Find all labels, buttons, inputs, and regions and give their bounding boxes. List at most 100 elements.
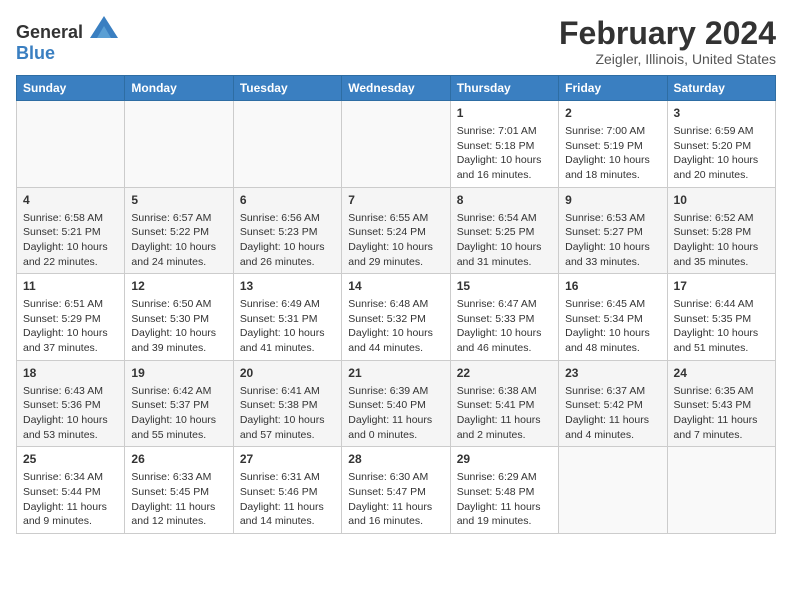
title-block: February 2024 Zeigler, Illinois, United … [559, 16, 776, 67]
day-number: 23 [565, 365, 660, 382]
calendar-cell: 17Sunrise: 6:44 AMSunset: 5:35 PMDayligh… [667, 274, 775, 361]
day-number: 11 [23, 278, 118, 295]
day-info: Sunrise: 6:54 AM [457, 211, 552, 226]
calendar-cell: 18Sunrise: 6:43 AMSunset: 5:36 PMDayligh… [17, 360, 125, 447]
day-info: Sunset: 5:42 PM [565, 398, 660, 413]
calendar-cell: 15Sunrise: 6:47 AMSunset: 5:33 PMDayligh… [450, 274, 558, 361]
day-info: Sunset: 5:29 PM [23, 312, 118, 327]
calendar-cell [17, 101, 125, 188]
day-info: Sunset: 5:44 PM [23, 485, 118, 500]
header-wednesday: Wednesday [342, 76, 450, 101]
day-number: 12 [131, 278, 226, 295]
day-info: Sunset: 5:46 PM [240, 485, 335, 500]
day-info: Sunrise: 6:38 AM [457, 384, 552, 399]
day-number: 2 [565, 105, 660, 122]
calendar-cell: 14Sunrise: 6:48 AMSunset: 5:32 PMDayligh… [342, 274, 450, 361]
day-info: and 29 minutes. [348, 255, 443, 270]
day-info: and 12 minutes. [131, 514, 226, 529]
day-info: Sunrise: 6:52 AM [674, 211, 769, 226]
header-friday: Friday [559, 76, 667, 101]
day-info: Sunset: 5:18 PM [457, 139, 552, 154]
day-number: 5 [131, 192, 226, 209]
day-info: and 46 minutes. [457, 341, 552, 356]
day-info: Sunrise: 6:53 AM [565, 211, 660, 226]
day-info: and 33 minutes. [565, 255, 660, 270]
day-info: Sunrise: 6:58 AM [23, 211, 118, 226]
day-info: Daylight: 11 hours [457, 413, 552, 428]
day-info: Daylight: 11 hours [457, 500, 552, 515]
day-info: Sunrise: 6:37 AM [565, 384, 660, 399]
day-info: and 35 minutes. [674, 255, 769, 270]
header-monday: Monday [125, 76, 233, 101]
day-number: 20 [240, 365, 335, 382]
day-info: and 16 minutes. [348, 514, 443, 529]
day-info: Sunset: 5:45 PM [131, 485, 226, 500]
day-info: Sunrise: 6:48 AM [348, 297, 443, 312]
calendar-cell: 16Sunrise: 6:45 AMSunset: 5:34 PMDayligh… [559, 274, 667, 361]
day-info: and 53 minutes. [23, 428, 118, 443]
page-header: General Blue February 2024 Zeigler, Illi… [16, 16, 776, 67]
day-number: 15 [457, 278, 552, 295]
day-info: and 0 minutes. [348, 428, 443, 443]
day-info: Daylight: 10 hours [348, 326, 443, 341]
calendar-cell: 20Sunrise: 6:41 AMSunset: 5:38 PMDayligh… [233, 360, 341, 447]
day-info: Sunrise: 6:42 AM [131, 384, 226, 399]
day-info: Sunrise: 6:30 AM [348, 470, 443, 485]
day-info: Daylight: 10 hours [457, 153, 552, 168]
calendar-cell: 21Sunrise: 6:39 AMSunset: 5:40 PMDayligh… [342, 360, 450, 447]
calendar-cell [342, 101, 450, 188]
day-info: Sunrise: 6:39 AM [348, 384, 443, 399]
day-info: Sunset: 5:33 PM [457, 312, 552, 327]
day-info: and 39 minutes. [131, 341, 226, 356]
day-info: Daylight: 10 hours [457, 326, 552, 341]
day-info: and 20 minutes. [674, 168, 769, 183]
day-info: and 24 minutes. [131, 255, 226, 270]
day-info: Sunset: 5:23 PM [240, 225, 335, 240]
day-info: and 4 minutes. [565, 428, 660, 443]
day-info: and 14 minutes. [240, 514, 335, 529]
calendar-cell: 3Sunrise: 6:59 AMSunset: 5:20 PMDaylight… [667, 101, 775, 188]
day-number: 19 [131, 365, 226, 382]
day-info: and 9 minutes. [23, 514, 118, 529]
day-info: and 19 minutes. [457, 514, 552, 529]
calendar-cell: 8Sunrise: 6:54 AMSunset: 5:25 PMDaylight… [450, 187, 558, 274]
day-info: Daylight: 10 hours [565, 240, 660, 255]
day-number: 21 [348, 365, 443, 382]
logo: General Blue [16, 16, 118, 64]
day-info: Sunset: 5:41 PM [457, 398, 552, 413]
day-info: Daylight: 10 hours [240, 326, 335, 341]
calendar-week-row: 4Sunrise: 6:58 AMSunset: 5:21 PMDaylight… [17, 187, 776, 274]
day-info: Sunset: 5:30 PM [131, 312, 226, 327]
day-info: Sunset: 5:35 PM [674, 312, 769, 327]
day-info: Daylight: 11 hours [348, 413, 443, 428]
calendar-cell: 19Sunrise: 6:42 AMSunset: 5:37 PMDayligh… [125, 360, 233, 447]
day-info: Sunrise: 6:31 AM [240, 470, 335, 485]
day-info: Sunset: 5:36 PM [23, 398, 118, 413]
day-info: Daylight: 10 hours [674, 240, 769, 255]
day-info: Sunrise: 7:01 AM [457, 124, 552, 139]
day-info: Daylight: 10 hours [23, 240, 118, 255]
calendar-cell: 7Sunrise: 6:55 AMSunset: 5:24 PMDaylight… [342, 187, 450, 274]
day-info: Sunrise: 6:41 AM [240, 384, 335, 399]
day-number: 27 [240, 451, 335, 468]
day-info: Sunrise: 6:44 AM [674, 297, 769, 312]
day-number: 3 [674, 105, 769, 122]
calendar-cell: 5Sunrise: 6:57 AMSunset: 5:22 PMDaylight… [125, 187, 233, 274]
day-info: Daylight: 11 hours [240, 500, 335, 515]
day-info: Daylight: 11 hours [674, 413, 769, 428]
subtitle: Zeigler, Illinois, United States [559, 51, 776, 67]
calendar-cell [125, 101, 233, 188]
calendar-cell: 28Sunrise: 6:30 AMSunset: 5:47 PMDayligh… [342, 447, 450, 534]
day-info: Sunset: 5:25 PM [457, 225, 552, 240]
day-info: Daylight: 11 hours [23, 500, 118, 515]
calendar-cell: 24Sunrise: 6:35 AMSunset: 5:43 PMDayligh… [667, 360, 775, 447]
day-info: Sunrise: 6:43 AM [23, 384, 118, 399]
day-info: Sunrise: 7:00 AM [565, 124, 660, 139]
day-info: Sunrise: 6:59 AM [674, 124, 769, 139]
main-title: February 2024 [559, 16, 776, 51]
day-info: and 2 minutes. [457, 428, 552, 443]
day-info: Sunset: 5:43 PM [674, 398, 769, 413]
day-number: 7 [348, 192, 443, 209]
day-info: Sunrise: 6:29 AM [457, 470, 552, 485]
day-info: Sunset: 5:34 PM [565, 312, 660, 327]
